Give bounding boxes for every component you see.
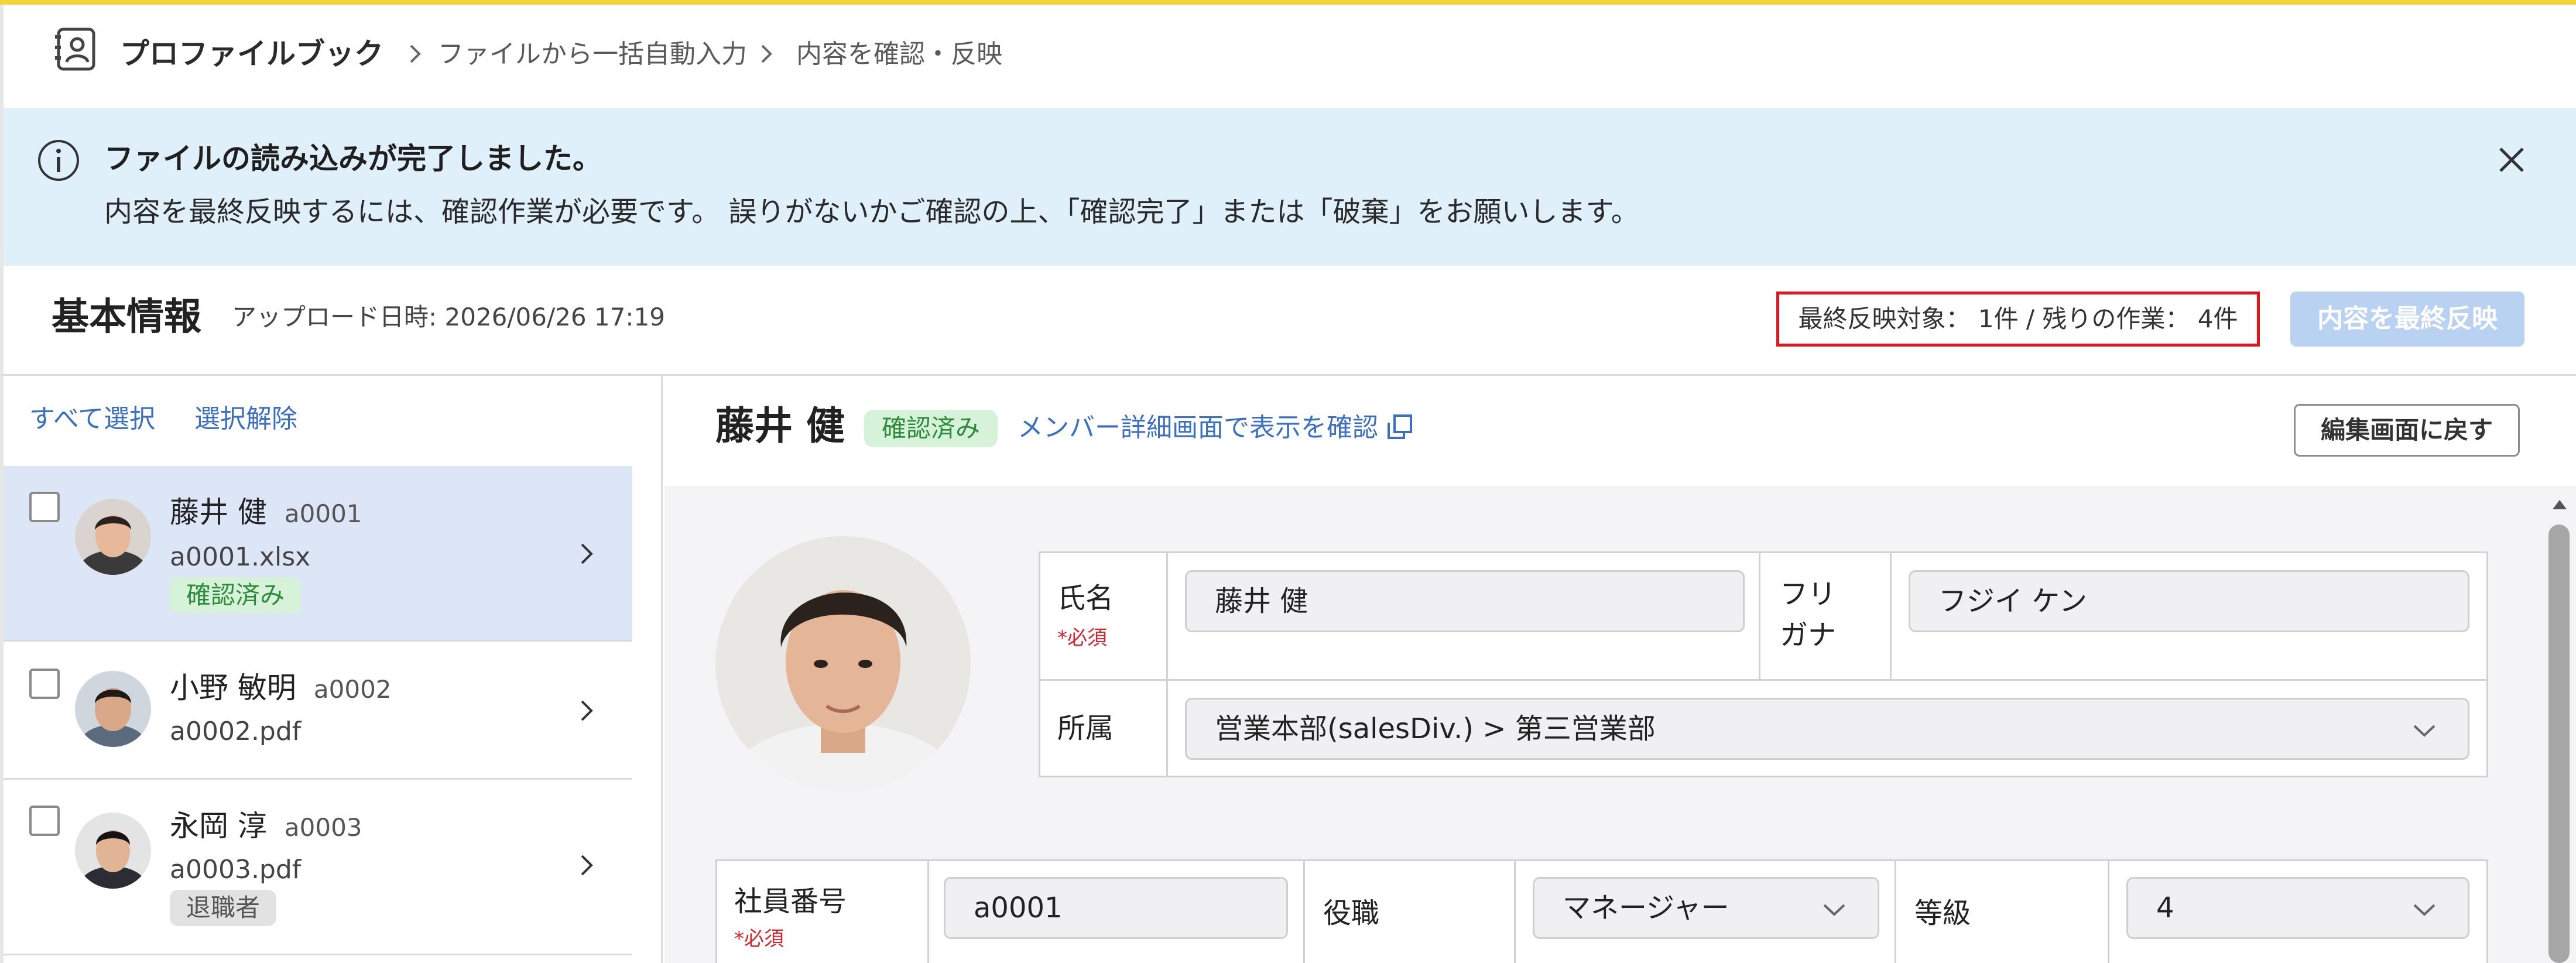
chevron-right-icon — [581, 855, 593, 876]
chevron-right-icon — [755, 36, 779, 71]
list-item-file: a0002.pdf — [170, 717, 302, 746]
breadcrumb-step-confirm: 内容を確認・反映 — [796, 39, 1002, 69]
status-badge: 確認済み — [864, 410, 998, 447]
chevron-right-icon — [581, 543, 593, 564]
item-checkbox[interactable] — [29, 492, 60, 522]
section-title: 基本情報 — [52, 296, 201, 339]
list-item-file: a0001.xlsx — [170, 542, 311, 572]
avatar — [75, 499, 151, 575]
breadcrumb-step-import[interactable]: ファイルから一括自動入力 — [438, 39, 747, 70]
back-to-edit-button[interactable]: 編集画面に戻す — [2294, 404, 2520, 457]
required-mark: *必須 — [734, 927, 784, 951]
form-divider — [1166, 551, 1168, 777]
required-mark: *必須 — [1057, 626, 1107, 650]
list-item-name: 小野 敏明 a0002 — [170, 671, 392, 705]
deselect-link[interactable]: 選択解除 — [194, 403, 297, 436]
form-divider — [1514, 859, 1516, 963]
item-checkbox[interactable] — [29, 806, 60, 836]
avatar — [75, 813, 151, 889]
grade-label: 等級 — [1914, 897, 1971, 930]
name-input[interactable]: 藤井 健 — [1185, 570, 1745, 632]
list-item-file: a0003.pdf — [170, 855, 302, 885]
select-all-link[interactable]: すべて選択 — [29, 403, 155, 436]
form-divider — [1759, 551, 1760, 679]
top-accent-line — [0, 0, 2576, 5]
kana-input[interactable]: フジイ ケン — [1909, 570, 2469, 632]
form-divider — [2108, 859, 2109, 963]
scroll-up-icon[interactable] — [2548, 495, 2571, 513]
profile-book-icon[interactable] — [53, 26, 100, 75]
info-icon — [38, 140, 79, 181]
banner-title: ファイルの読み込みが完了しました。 — [104, 142, 602, 176]
form-divider — [927, 859, 929, 963]
avatar — [75, 671, 151, 747]
department-label: 所属 — [1057, 712, 1114, 745]
chevron-right-icon — [581, 700, 593, 721]
header — [0, 5, 2576, 108]
scroll-thumb[interactable] — [2548, 525, 2570, 963]
list-item-name: 永岡 淳 a0003 — [170, 809, 362, 843]
employee-number-input[interactable]: a0001 — [944, 877, 1288, 939]
chevron-right-icon — [404, 36, 427, 71]
item-checkbox[interactable] — [29, 669, 60, 699]
info-banner — [0, 108, 2576, 266]
employee-number-label: 社員番号 — [734, 885, 847, 918]
form-divider — [1039, 679, 2488, 681]
form-divider — [1895, 859, 1896, 963]
close-icon[interactable] — [2491, 139, 2532, 180]
form-divider — [1303, 859, 1305, 963]
chevron-down-icon[interactable] — [2410, 721, 2439, 739]
profile-photo — [715, 536, 971, 791]
list-item-name: 藤井 健 a0001 — [170, 495, 362, 529]
upload-datetime: アップロード日時: 2026/06/26 17:19 — [232, 303, 665, 331]
external-link-icon[interactable] — [1385, 412, 1414, 441]
breadcrumb-app[interactable]: プロファイルブック — [120, 36, 383, 71]
name-label: 氏名 — [1057, 582, 1114, 615]
form-divider — [1890, 551, 1892, 679]
chevron-down-icon[interactable] — [1820, 900, 1849, 918]
member-name: 藤井 健 — [715, 403, 845, 448]
role-label: 役職 — [1323, 897, 1380, 930]
chevron-down-icon[interactable] — [2410, 900, 2439, 918]
banner-message: 内容を最終反映するには、確認作業が必要です。 誤りがないかご確認の上、「確認完了… — [104, 196, 1639, 228]
status-summary: 最終反映対象： 1件 / 残りの作業： 4件 — [1776, 292, 2260, 347]
page: プロファイルブック ファイルから一括自動入力 内容を確認・反映 ファイルの読み込… — [0, 0, 2576, 963]
department-select[interactable]: 営業本部(salesDiv.) > 第三営業部 — [1185, 698, 2469, 760]
status-badge: 確認済み — [170, 577, 302, 614]
member-detail-link[interactable]: メンバー詳細画面で表示を確認 — [1018, 411, 1378, 445]
kana-label: フリガナ — [1780, 578, 1837, 652]
status-badge: 退職者 — [170, 890, 277, 926]
final-apply-button[interactable]: 内容を最終反映 — [2290, 292, 2524, 347]
